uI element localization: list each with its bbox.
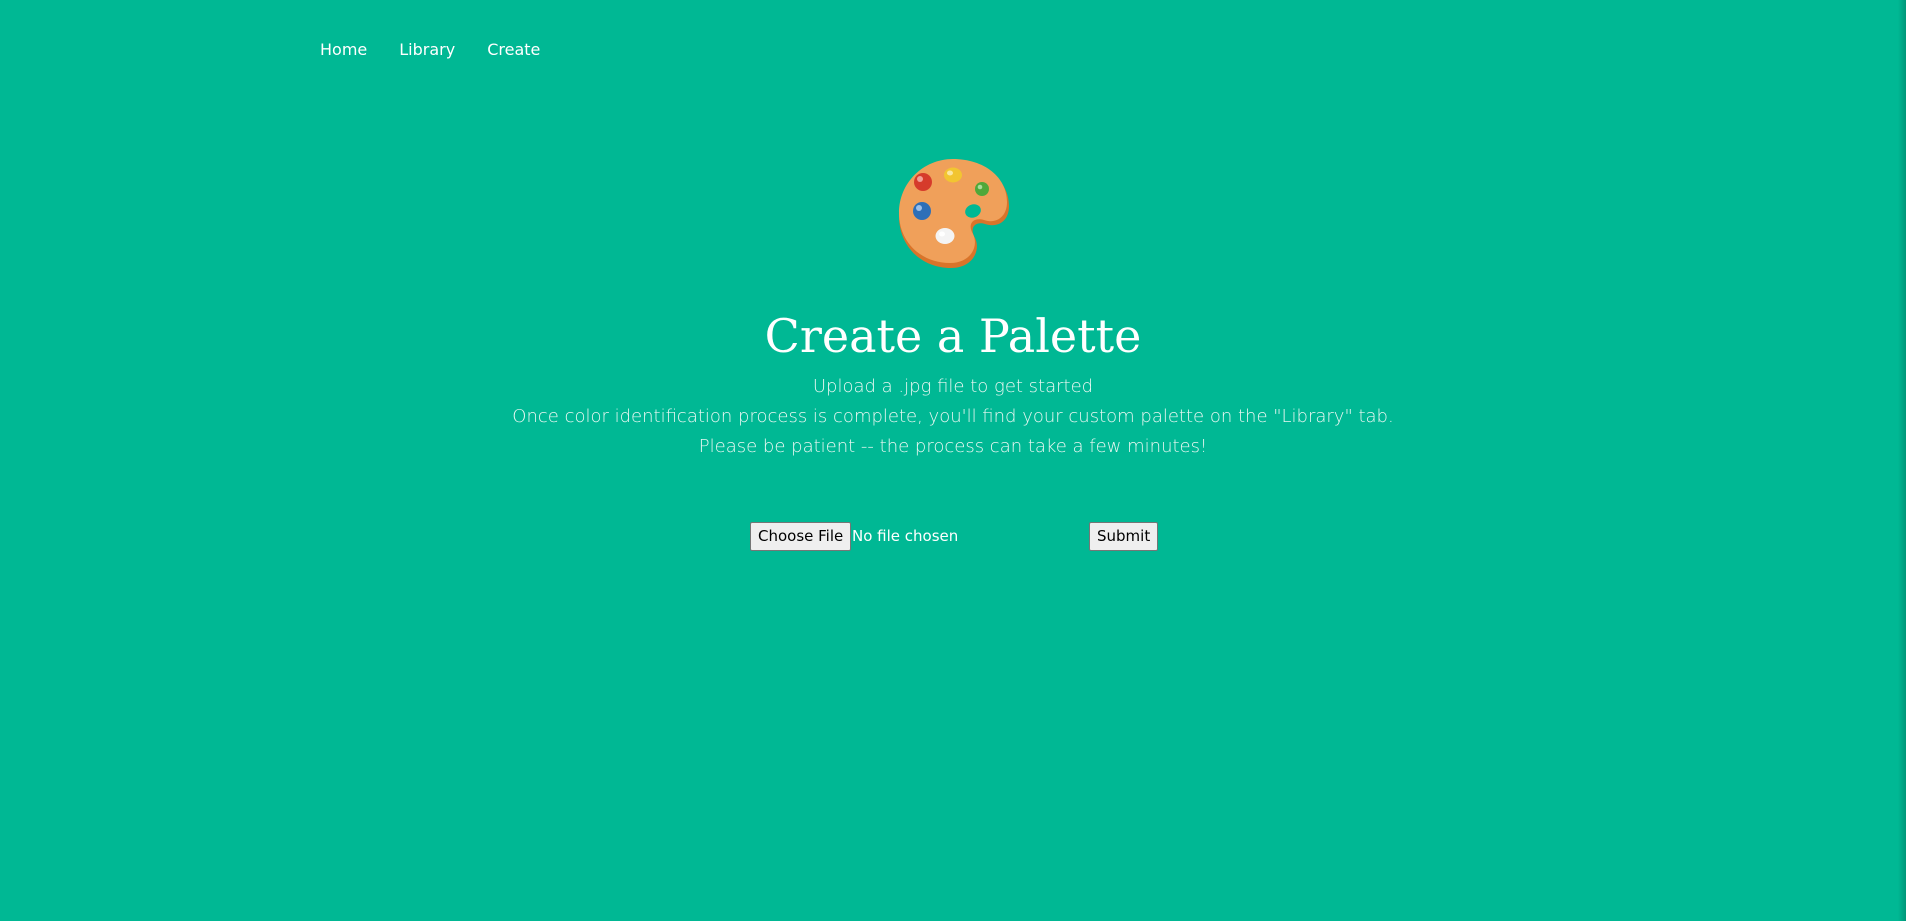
instruction-line: Please be patient -- the process can tak… [698,436,1208,457]
page-title: Create a Palette [764,309,1142,363]
nav-item-home[interactable]: Home [320,38,367,62]
hero-section: Create a Palette Upload a .jpg file to g… [0,156,1906,462]
choose-file-button[interactable]: Choose File [750,522,852,551]
instruction-line: Upload a .jpg file to get started [812,376,1094,397]
top-nav: Home Library Create [320,38,572,62]
file-status-text: No file chosen [852,527,959,545]
instructions-text: Upload a .jpg file to get started Once c… [0,372,1906,462]
nav-item-library[interactable]: Library [399,38,455,62]
submit-button[interactable]: Submit [1089,522,1159,551]
artist-palette-icon [893,156,1013,276]
upload-form: Choose File No file chosen Submit [750,522,1159,552]
nav-item-create[interactable]: Create [487,38,540,62]
instruction-line: Once color identification process is com… [512,406,1394,427]
